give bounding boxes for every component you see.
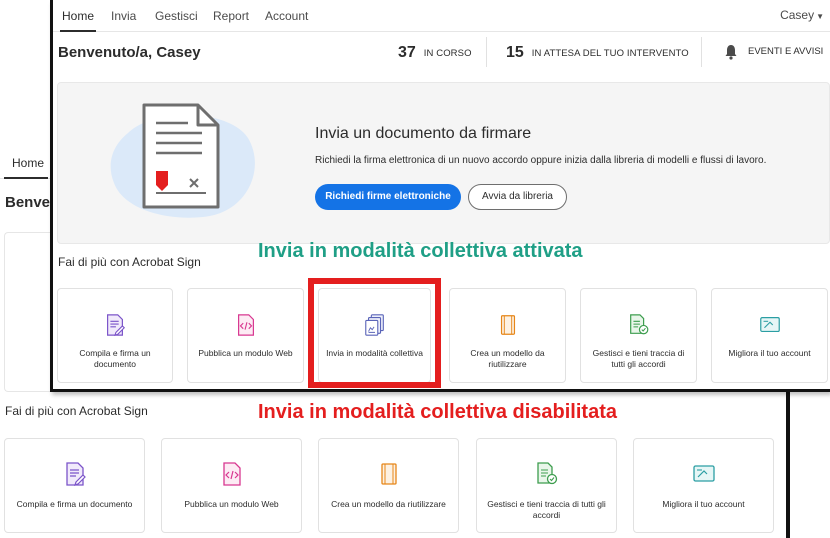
back-tab-underline <box>4 177 48 179</box>
nav-item-report[interactable]: Report <box>213 9 249 23</box>
back-welcome-title: Benve <box>5 194 51 211</box>
stat-count: 37 <box>398 44 416 61</box>
card-template[interactable]: Crea un modello da riutilizzare <box>449 288 566 383</box>
card-fill-sign[interactable]: Compila e firma un documento <box>57 288 173 383</box>
bulk-send-highlight-box <box>308 278 441 388</box>
stat-in-progress[interactable]: 37 IN CORSO <box>398 40 472 66</box>
stat-count: 15 <box>506 44 524 61</box>
card-label: Migliora il tuo account <box>728 348 811 358</box>
upgrade-icon <box>759 317 780 333</box>
nav-item-invia[interactable]: Invia <box>111 9 136 23</box>
manage-icon <box>629 314 648 335</box>
back-tab-home[interactable]: Home <box>12 156 44 170</box>
card-label: Compila e firma un documento <box>16 499 133 509</box>
back-card-web-form[interactable]: Pubblica un modulo Web <box>161 438 302 533</box>
chevron-down-icon: ▼ <box>816 12 824 21</box>
request-esignatures-button[interactable]: Richiedi firme elettroniche <box>315 184 461 210</box>
start-from-library-button[interactable]: Avvia da libreria <box>468 184 567 210</box>
send-document-hero: Invia un documento da firmare Richiedi l… <box>57 82 830 244</box>
back-section-title: Fai di più con Acrobat Sign <box>5 404 148 418</box>
back-card-manage[interactable]: Gestisci e tieni traccia di tutti gli ac… <box>476 438 617 533</box>
nav-item-gestisci[interactable]: Gestisci <box>155 9 198 23</box>
card-label: Gestisci e tieni traccia di tutti gli ac… <box>592 348 685 369</box>
stat-label: IN CORSO <box>423 47 472 59</box>
web-form-icon <box>237 314 254 336</box>
stat-label: IN ATTESA DEL TUO INTERVENTO <box>531 47 689 59</box>
enabled-screenshot: Home Invia Gestisci Report Account Casey… <box>50 0 830 392</box>
back-card-upgrade[interactable]: Migliora il tuo account <box>633 438 774 533</box>
hero-description: Richiedi la firma elettronica di un nuov… <box>315 155 767 166</box>
stat-waiting[interactable]: 15 IN ATTESA DEL TUO INTERVENTO <box>506 40 689 66</box>
stat-divider <box>486 37 487 67</box>
fill-sign-icon <box>107 314 126 337</box>
card-label: Compila e firma un documento <box>79 348 151 369</box>
nav-item-home[interactable]: Home <box>62 9 94 23</box>
card-label: Gestisci e tieni traccia di tutti gli ac… <box>487 499 606 520</box>
back-card-template[interactable]: Crea un modello da riutilizzare <box>318 438 459 533</box>
welcome-title: Benvenuto/a, Casey <box>58 44 201 61</box>
section-title: Fai di più con Acrobat Sign <box>58 255 201 269</box>
bell-icon[interactable] <box>724 44 738 60</box>
document-illustration-icon <box>142 103 220 209</box>
back-hero-panel <box>4 232 50 392</box>
template-icon <box>500 315 515 335</box>
events-alerts-link[interactable]: EVENTI E AVVISI <box>748 46 823 57</box>
nav-item-account[interactable]: Account <box>265 9 308 23</box>
card-label: Crea un modello da riutilizzare <box>470 348 545 369</box>
card-web-form[interactable]: Pubblica un modulo Web <box>187 288 304 383</box>
upgrade-icon <box>692 465 715 482</box>
manage-icon <box>536 462 557 485</box>
card-label: Pubblica un modulo Web <box>184 499 279 509</box>
card-manage[interactable]: Gestisci e tieni traccia di tutti gli ac… <box>580 288 697 383</box>
fill-sign-icon <box>65 462 86 486</box>
card-label: Pubblica un modulo Web <box>198 348 293 358</box>
nav-active-underline <box>60 30 96 32</box>
card-upgrade[interactable]: Migliora il tuo account <box>711 288 828 383</box>
user-name: Casey <box>780 8 815 22</box>
template-icon <box>380 463 397 485</box>
card-label: Crea un modello da riutilizzare <box>331 499 446 509</box>
card-label: Migliora il tuo account <box>662 499 745 509</box>
annotation-enabled: Invia in modalità collettiva attivata <box>258 240 583 262</box>
back-card-fill-sign[interactable]: Compila e firma un documento <box>4 438 145 533</box>
annotation-disabled: Invia in modalità collettiva disabilitat… <box>258 401 617 423</box>
web-form-icon <box>222 462 241 486</box>
user-menu[interactable]: Casey ▼ <box>780 8 824 22</box>
stat-divider <box>701 37 702 67</box>
hero-title: Invia un documento da firmare <box>315 125 532 142</box>
top-nav: Home Invia Gestisci Report Account Casey… <box>53 0 830 32</box>
comparison-canvas: Home Benve Fai di più con Acrobat Sign C… <box>0 0 830 538</box>
